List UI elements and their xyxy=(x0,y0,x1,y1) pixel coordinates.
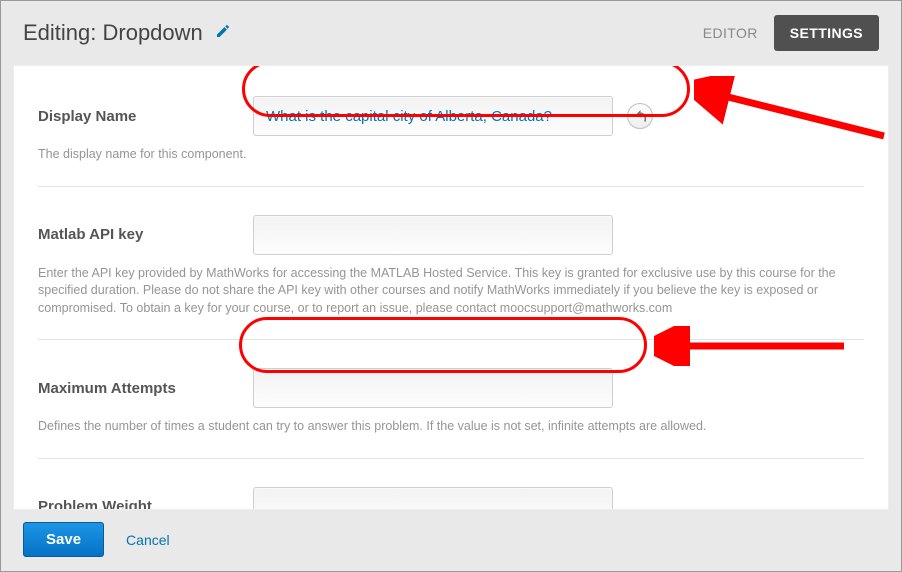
tab-settings[interactable]: SETTINGS xyxy=(774,15,879,51)
setting-maximum-attempts: Maximum Attempts Defines the number of t… xyxy=(38,362,864,459)
maximum-attempts-input[interactable] xyxy=(253,368,613,408)
display-name-label: Display Name xyxy=(38,108,253,125)
tab-editor[interactable]: EDITOR xyxy=(687,15,774,51)
problem-weight-label: Problem Weight xyxy=(38,498,253,510)
problem-weight-input[interactable] xyxy=(253,487,613,511)
display-name-input[interactable] xyxy=(253,96,613,136)
undo-icon[interactable] xyxy=(627,103,653,129)
maximum-attempts-help: Defines the number of times a student ca… xyxy=(38,418,858,436)
settings-modal: Editing: Dropdown EDITOR SETTINGS Displa… xyxy=(1,1,901,571)
cancel-button[interactable]: Cancel xyxy=(126,532,170,548)
modal-title: Editing: Dropdown xyxy=(23,20,203,46)
matlab-api-key-label: Matlab API key xyxy=(38,226,253,243)
setting-matlab-api-key: Matlab API key Enter the API key provide… xyxy=(38,209,864,341)
settings-scroll-area[interactable]: Display Name The display name for this c… xyxy=(13,65,889,510)
pencil-icon[interactable] xyxy=(215,23,231,44)
save-button[interactable]: Save xyxy=(23,522,104,557)
maximum-attempts-label: Maximum Attempts xyxy=(38,380,253,397)
modal-header: Editing: Dropdown EDITOR SETTINGS xyxy=(1,1,901,65)
setting-display-name: Display Name The display name for this c… xyxy=(38,90,864,187)
display-name-help: The display name for this component. xyxy=(38,146,858,164)
modal-footer: Save Cancel xyxy=(1,510,901,571)
matlab-api-key-input[interactable] xyxy=(253,215,613,255)
setting-problem-weight: Problem Weight xyxy=(38,481,864,511)
matlab-api-key-help: Enter the API key provided by MathWorks … xyxy=(38,265,858,318)
